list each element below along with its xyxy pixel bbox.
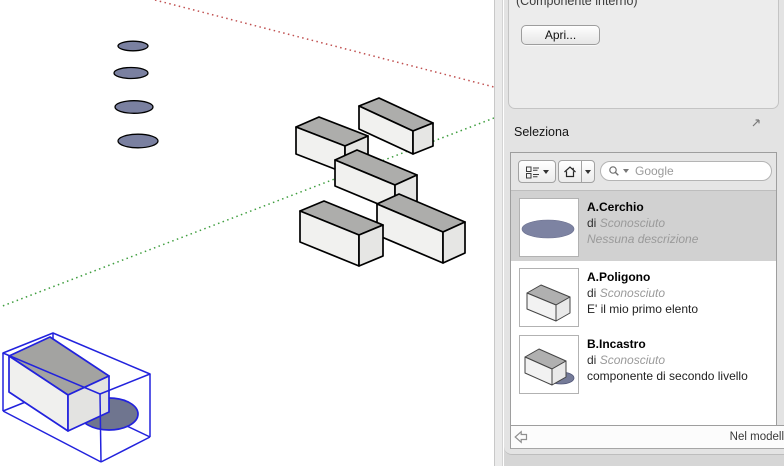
chevron-down-icon [585,170,591,174]
component-description: Nessuna descrizione [587,232,698,246]
sketchup-window: (Componente interno) Apri... Seleziona [0,0,784,466]
component-description: componente di secondo livello [587,369,748,383]
view-options-button[interactable] [518,160,556,183]
box-components[interactable] [296,98,465,266]
components-browser: Google A.Cerchio di Sconosciuto Nessuna … [510,152,777,427]
home-icon [563,165,577,178]
by-prefix: di [587,286,596,300]
section-title: Seleziona [514,125,569,139]
component-description: E' il mio primo elento [587,302,698,316]
in-model-label: Nel modell [730,426,784,449]
circle-components[interactable] [114,41,158,148]
component-name: A.Poligono [587,270,698,284]
browser-toolbar: Google [511,153,776,191]
axis-lines [0,0,494,307]
component-name: A.Cerchio [587,200,698,214]
component-info-box: (Componente interno) Apri... [508,0,779,109]
search-scope-chevron-icon [623,169,629,173]
viewport-scrollbar-strip[interactable] [494,0,503,466]
browser-status-bar: Nel modell [510,425,784,449]
back-arrow-icon[interactable] [514,429,528,445]
component-thumbnail [519,198,579,257]
component-author: Sconosciuto [600,353,665,367]
component-row-incastro[interactable]: B.Incastro di Sconosciuto componente di … [511,328,776,396]
internal-component-label: (Componente interno) [516,0,638,8]
component-list: A.Cerchio di Sconosciuto Nessuna descriz… [511,191,776,426]
ellipse-thumbnail-icon [520,199,578,256]
home-dropdown-button[interactable] [581,160,595,183]
pane-resize-arrow-icon[interactable] [751,117,762,128]
search-icon [608,165,620,177]
component-thumbnail [519,268,579,327]
box-thumbnail-icon [520,269,578,326]
search-placeholder: Google [635,164,674,178]
component-author: Sconosciuto [600,216,665,230]
by-prefix: di [587,353,596,367]
component-author: Sconosciuto [600,286,665,300]
search-field[interactable]: Google [600,161,772,181]
component-name: B.Incastro [587,337,748,351]
box-ellipse-thumbnail-icon [520,336,578,393]
component-thumbnail [519,335,579,394]
3d-viewport[interactable] [0,0,494,466]
open-button[interactable]: Apri... [521,25,600,45]
component-row-cerchio[interactable]: A.Cerchio di Sconosciuto Nessuna descriz… [511,191,776,261]
red-axis-dotted [155,0,494,87]
selected-component[interactable] [3,333,150,462]
component-row-poligono[interactable]: A.Poligono di Sconosciuto E' il mio prim… [511,261,776,328]
chevron-down-icon [543,170,549,174]
list-view-icon [525,165,540,179]
home-button[interactable] [558,160,582,183]
by-prefix: di [587,216,596,230]
